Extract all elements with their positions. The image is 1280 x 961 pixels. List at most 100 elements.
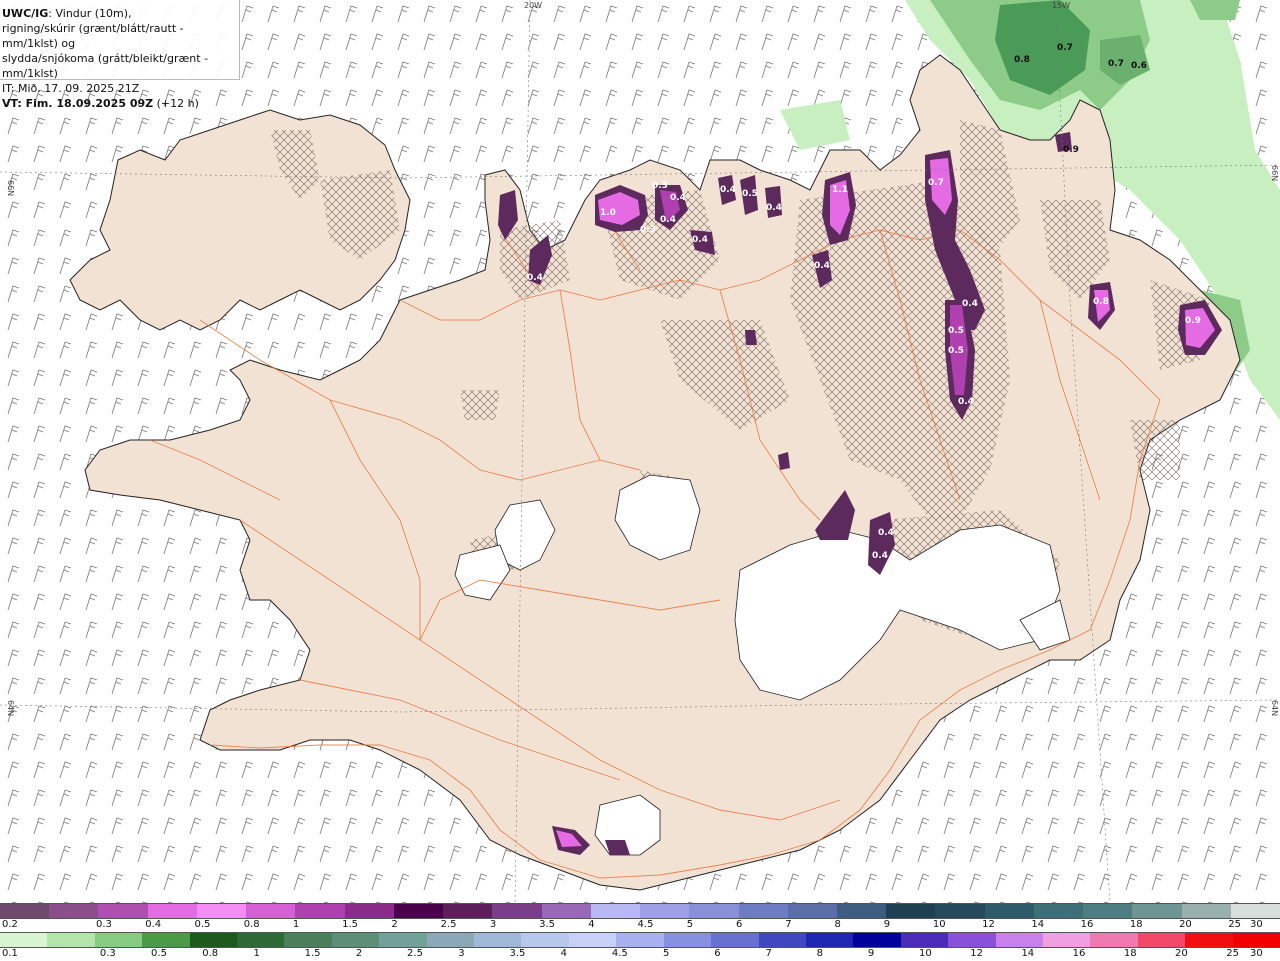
legend-label: 4 — [560, 948, 567, 959]
legend-swatch — [1230, 904, 1280, 918]
lat-label-66n-left: 66N — [6, 180, 15, 196]
legend-swatch — [1033, 904, 1084, 918]
legend-swatch — [295, 904, 345, 918]
legend-swatch — [853, 933, 901, 947]
legend-swatch — [590, 904, 641, 918]
legend-label: 2.5 — [407, 948, 423, 959]
legend-swatch — [1185, 933, 1233, 947]
legend-swatch — [1232, 933, 1280, 947]
precip-label: 0.4 — [692, 235, 708, 245]
precip-label: 0.5 — [742, 189, 758, 199]
legend-snow-labels: 0.2 0.3 0.4 0.5 0.8 1 1.5 2 2.5 3 3.5 4 4.5 5 6 7 8 9 10 12… — [0, 919, 1280, 932]
precip-label: 0.4 — [878, 528, 894, 538]
legend-label: 5 — [663, 948, 670, 959]
legend-label: 9 — [867, 948, 875, 959]
lon-label-15w: 15W — [1052, 1, 1070, 10]
legend-label: 30 — [1250, 948, 1263, 959]
legend-label: 12 — [982, 919, 995, 930]
legend-swatch — [711, 933, 759, 947]
legend-label: 0.3 — [96, 919, 112, 930]
legend-label: 1 — [292, 919, 300, 930]
legend-label: 7 — [765, 948, 772, 959]
legend-swatch — [393, 904, 444, 918]
info-line-1-text: : Vindur (10m), — [48, 7, 132, 20]
legend-label: 25 — [1228, 919, 1242, 930]
legend-label: 3 — [489, 919, 497, 930]
legend-label: 0.5 — [194, 919, 211, 930]
legend-swatch — [805, 933, 854, 947]
legend-label: 12 — [970, 948, 983, 959]
legend-label: 0.8 — [202, 948, 219, 959]
legend-swatch — [284, 933, 332, 947]
legend-swatch — [246, 904, 296, 918]
legend-swatch — [1137, 933, 1186, 947]
legend-swatch — [1132, 904, 1182, 918]
legend-label: 1.5 — [342, 919, 359, 930]
legend-label: 0.4 — [145, 919, 162, 930]
legend-label: 10 — [932, 919, 946, 930]
precip-label: 0.4 — [962, 299, 978, 309]
legend-label: 4.5 — [637, 919, 654, 930]
info-line-2: rigning/skúrir (grænt/blátt/rautt - mm/1… — [2, 22, 184, 50]
lon-label-20w: 20W — [524, 1, 542, 10]
legend-label: 4 — [588, 919, 595, 930]
legend-swatch — [616, 933, 664, 947]
legend-swatch — [995, 933, 1043, 947]
precip-label: 0.5 — [948, 326, 964, 336]
legend-swatch — [237, 933, 285, 947]
legend-label: 0.2 — [2, 919, 18, 930]
precip-label: 0.3 — [652, 181, 668, 191]
legend-label: 1 — [253, 948, 260, 959]
forecast-offset: (+12 h) — [153, 97, 199, 110]
legend-swatch — [47, 933, 95, 947]
weather-map: 20W 15W 66N 66N 64N 64N 1.0 0.3 0.4 0.3 … — [0, 0, 1280, 903]
legend-label: 0.1 — [2, 948, 18, 959]
legend-swatch — [948, 933, 996, 947]
legend-swatch — [142, 933, 190, 947]
precip-label: 0.7 — [928, 178, 944, 188]
info-line-3: slydda/snjókoma (grátt/bleikt/grænt - mm… — [2, 52, 209, 80]
legend-swatch — [758, 933, 806, 947]
legend-label: 20 — [1179, 919, 1192, 930]
legend-label: 9 — [883, 919, 891, 930]
lat-label-66n-right: 66N — [1270, 165, 1279, 181]
precip-label: 0.4 — [814, 261, 830, 271]
legend-label: 0.8 — [243, 919, 260, 930]
precip-label: 0.4 — [766, 203, 782, 213]
lat-label-64n-left: 64N — [6, 700, 15, 716]
precip-label: 0.9 — [1185, 316, 1201, 326]
legend-swatch — [568, 933, 617, 947]
legend-label: 3.5 — [539, 919, 555, 930]
legend-label: 16 — [1072, 948, 1086, 959]
legend-swatch — [426, 933, 475, 947]
legend-swatch — [738, 904, 788, 918]
precip-label: 0.4 — [527, 273, 543, 283]
legend-rain: 0.1 0.3 0.5 0.8 1 1.5 2 2.5 3 3.5 4 4.5 5 6 7 8 9 10 12 14 1… — [0, 932, 1280, 961]
legend-swatch — [196, 904, 247, 918]
legend-label: 14 — [1031, 919, 1045, 930]
legend-swatch — [1181, 904, 1231, 918]
legend-swatch — [663, 933, 712, 947]
legend-swatch — [492, 904, 542, 918]
legend-label: 8 — [834, 919, 841, 930]
legend-label: 2.5 — [440, 919, 457, 930]
valid-time-line: VT: Fim. 18.09.2025 09Z (+12 h) — [2, 96, 237, 111]
legend-label: 6 — [736, 919, 743, 930]
legend-label: 30 — [1250, 919, 1263, 930]
legend-swatch — [900, 933, 949, 947]
info-line-1: UWC/IG: Vindur (10m), — [2, 6, 237, 21]
legend-label: 18 — [1129, 919, 1143, 930]
legend-swatch — [94, 933, 143, 947]
legend-label: 5 — [686, 919, 694, 930]
legend-label: 6 — [714, 948, 721, 959]
legend-snow-bar — [0, 903, 1280, 919]
lat-label-64n-right: 64N — [1270, 700, 1279, 716]
legend-swatch — [984, 904, 1034, 918]
legend-label: 1.5 — [304, 948, 321, 959]
precip-label: 0.9 — [1063, 145, 1079, 155]
legend-label: 0.5 — [151, 948, 167, 959]
legend-label: 0.3 — [99, 948, 116, 959]
legend-label: 7 — [785, 919, 792, 930]
product-name: UWC/IG — [2, 7, 49, 20]
valid-time: VT: Fim. 18.09.2025 09Z — [2, 97, 154, 110]
